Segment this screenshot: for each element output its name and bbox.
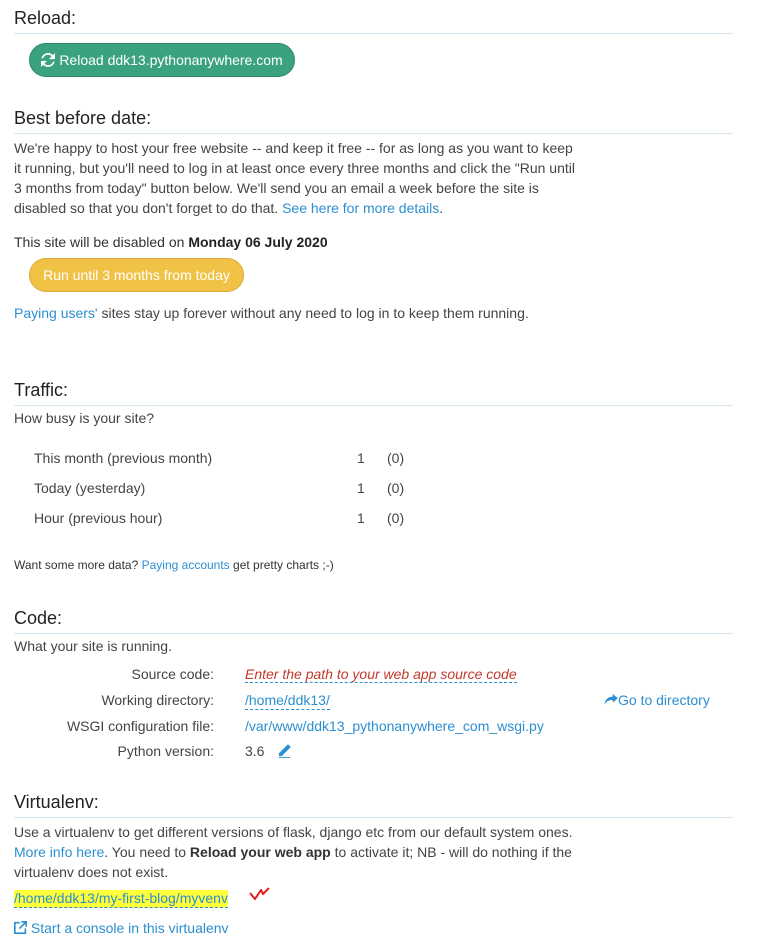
- details-link[interactable]: See here for more details: [282, 200, 439, 216]
- start-console-label: Start a console in this virtualenv: [30, 920, 229, 936]
- traffic-subtitle: How busy is your site?: [14, 410, 155, 426]
- best-before-section: Best before date: We're happy to host yo…: [14, 108, 733, 328]
- disabled-date: Monday 06 July 2020: [188, 234, 328, 250]
- best-before-heading: Best before date:: [14, 108, 733, 134]
- working-directory-value: /home/ddk13/: [245, 692, 330, 710]
- traffic-row-previous: (0): [387, 480, 405, 496]
- go-to-directory-label: Go to directory: [618, 692, 710, 708]
- reload-button-label: Reload ddk13.pythonanywhere.com: [59, 52, 283, 68]
- traffic-row-value: 1: [357, 450, 365, 466]
- more-data-suffix: get pretty charts ;-): [229, 558, 334, 572]
- virtualenv-text-1: Use a virtualenv to get different versio…: [14, 824, 573, 840]
- wsgi-config-link[interactable]: /var/www/ddk13_pythonanywhere_com_wsgi.p…: [245, 718, 544, 734]
- code-section: Code: What your site is running. Source …: [14, 608, 733, 778]
- start-console-link[interactable]: Start a console in this virtualenv: [14, 920, 229, 936]
- code-subtitle: What your site is running.: [14, 638, 172, 654]
- more-data-prefix: Want some more data?: [14, 558, 142, 572]
- reload-heading: Reload:: [14, 8, 733, 34]
- virtualenv-text-2: . You need to: [104, 844, 190, 860]
- virtualenv-section: Virtualenv: Use a virtualenv to get diff…: [14, 792, 733, 942]
- working-directory-field[interactable]: /home/ddk13/: [245, 692, 330, 710]
- traffic-row-value: 1: [357, 510, 365, 526]
- reload-section: Reload: Reload ddk13.pythonanywhere.com: [14, 8, 733, 78]
- more-data-line: Want some more data? Paying accounts get…: [14, 558, 334, 572]
- run-until-button-label: Run until 3 months from today: [43, 267, 230, 283]
- virtualenv-paragraph: Use a virtualenv to get different versio…: [14, 822, 579, 882]
- virtualenv-path-value: /home/ddk13/my-first-blog/myvenv: [14, 890, 228, 908]
- disabled-prefix: This site will be disabled on: [14, 234, 189, 250]
- reload-web-app-text: Reload your web app: [189, 844, 331, 860]
- more-info-link[interactable]: More info here: [14, 844, 104, 860]
- traffic-row-label: This month (previous month): [34, 450, 213, 466]
- go-to-directory-link[interactable]: Go to directory: [604, 692, 710, 708]
- disabled-date-line: This site will be disabled on Monday 06 …: [14, 234, 328, 250]
- virtualenv-heading: Virtualenv:: [14, 792, 733, 818]
- best-before-paragraph: We're happy to host your free website --…: [14, 138, 579, 218]
- share-arrow-icon: [604, 694, 618, 706]
- source-code-placeholder: Enter the path to your web app source co…: [245, 666, 517, 683]
- paying-users-text: sites stay up forever without any need t…: [97, 305, 529, 321]
- python-version-value: 3.6: [245, 743, 265, 759]
- source-code-field[interactable]: Enter the path to your web app source co…: [245, 666, 517, 683]
- traffic-row-label: Today (yesterday): [34, 480, 146, 496]
- traffic-row-previous: (0): [387, 450, 405, 466]
- reload-button[interactable]: Reload ddk13.pythonanywhere.com: [29, 43, 295, 77]
- python-version-label: Python version:: [117, 743, 215, 759]
- code-heading: Code:: [14, 608, 733, 634]
- wsgi-config-label: WSGI configuration file:: [66, 718, 214, 734]
- paying-accounts-link[interactable]: Paying accounts: [142, 558, 230, 572]
- paying-users-line: Paying users' sites stay up forever with…: [14, 305, 529, 321]
- working-directory-label: Working directory:: [101, 692, 214, 708]
- refresh-icon: [41, 53, 56, 67]
- best-before-text-end: .: [439, 200, 444, 216]
- virtualenv-path-field[interactable]: /home/ddk13/my-first-blog/myvenv: [14, 890, 228, 908]
- traffic-row-value: 1: [357, 480, 365, 496]
- source-code-label: Source code:: [131, 666, 215, 682]
- checkmark-annotation-icon: [249, 887, 270, 900]
- traffic-row-label: Hour (previous hour): [34, 510, 163, 526]
- pencil-icon[interactable]: [277, 743, 292, 761]
- traffic-heading: Traffic:: [14, 380, 733, 406]
- traffic-section: Traffic: How busy is your site? This mon…: [14, 380, 733, 580]
- traffic-row-previous: (0): [387, 510, 405, 526]
- paying-users-link[interactable]: Paying users': [14, 305, 98, 321]
- external-link-icon: [14, 921, 27, 934]
- run-until-button[interactable]: Run until 3 months from today: [29, 258, 244, 292]
